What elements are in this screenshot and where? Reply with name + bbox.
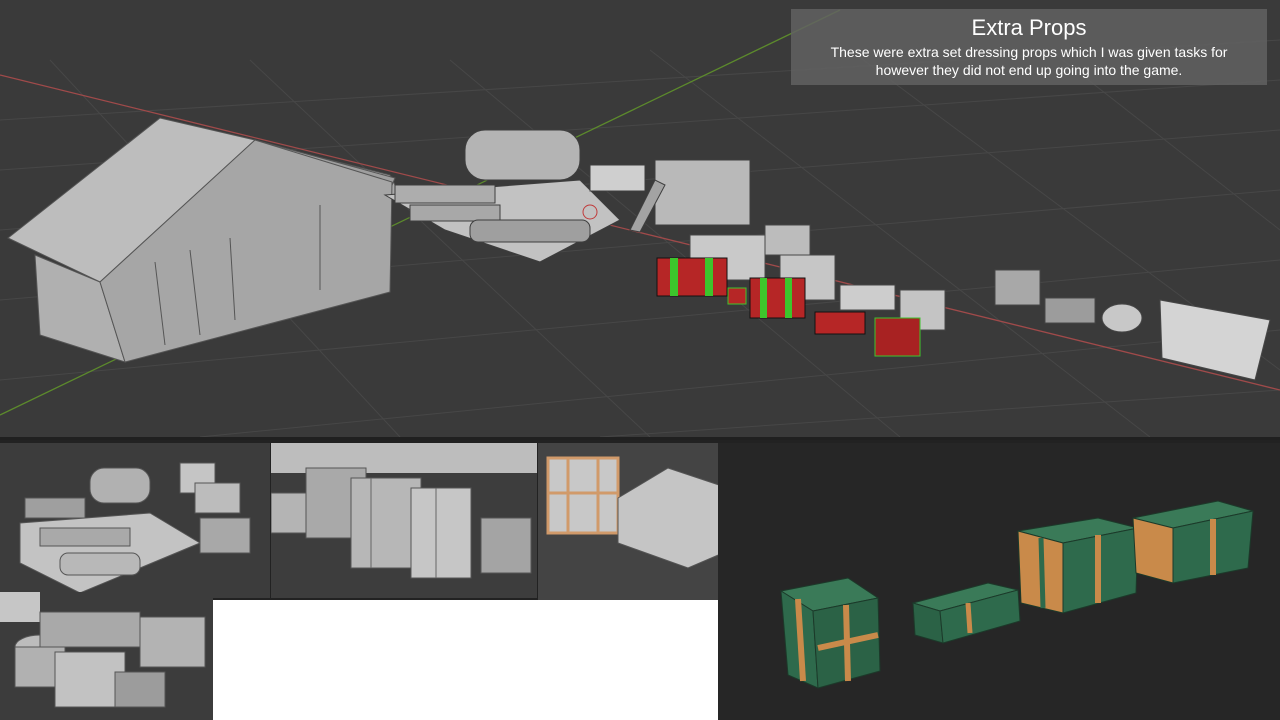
render-textured-crates[interactable] xyxy=(718,443,1280,720)
render-crate-3 xyxy=(1017,517,1139,614)
info-title: Extra Props xyxy=(971,15,1087,40)
render-crate-4 xyxy=(1132,500,1254,584)
thumbnail-crate-canvas xyxy=(271,443,537,579)
thumbnail-barrels-canvas xyxy=(0,592,206,708)
main-3d-viewport[interactable]: Extra Props These were extra set dressin… xyxy=(0,0,1280,440)
house-mesh xyxy=(7,117,401,363)
blank-area xyxy=(213,600,718,720)
render-crate-1 xyxy=(779,577,881,689)
info-description: These were extra set dressing props whic… xyxy=(830,44,1228,78)
thumbnail-layout-canvas xyxy=(19,462,251,594)
render-canvas xyxy=(779,500,1254,689)
thumbnail-crate-group[interactable] xyxy=(271,443,537,598)
thumbnail-crate-closeup[interactable] xyxy=(538,443,734,600)
render-crate-2 xyxy=(911,582,1021,644)
thumbnail-layout-view[interactable] xyxy=(0,443,270,598)
thumbnail-closeup-canvas xyxy=(546,456,729,569)
thumbnail-barrels-crates[interactable] xyxy=(0,592,213,720)
info-box: Extra Props These were extra set dressin… xyxy=(791,9,1267,85)
